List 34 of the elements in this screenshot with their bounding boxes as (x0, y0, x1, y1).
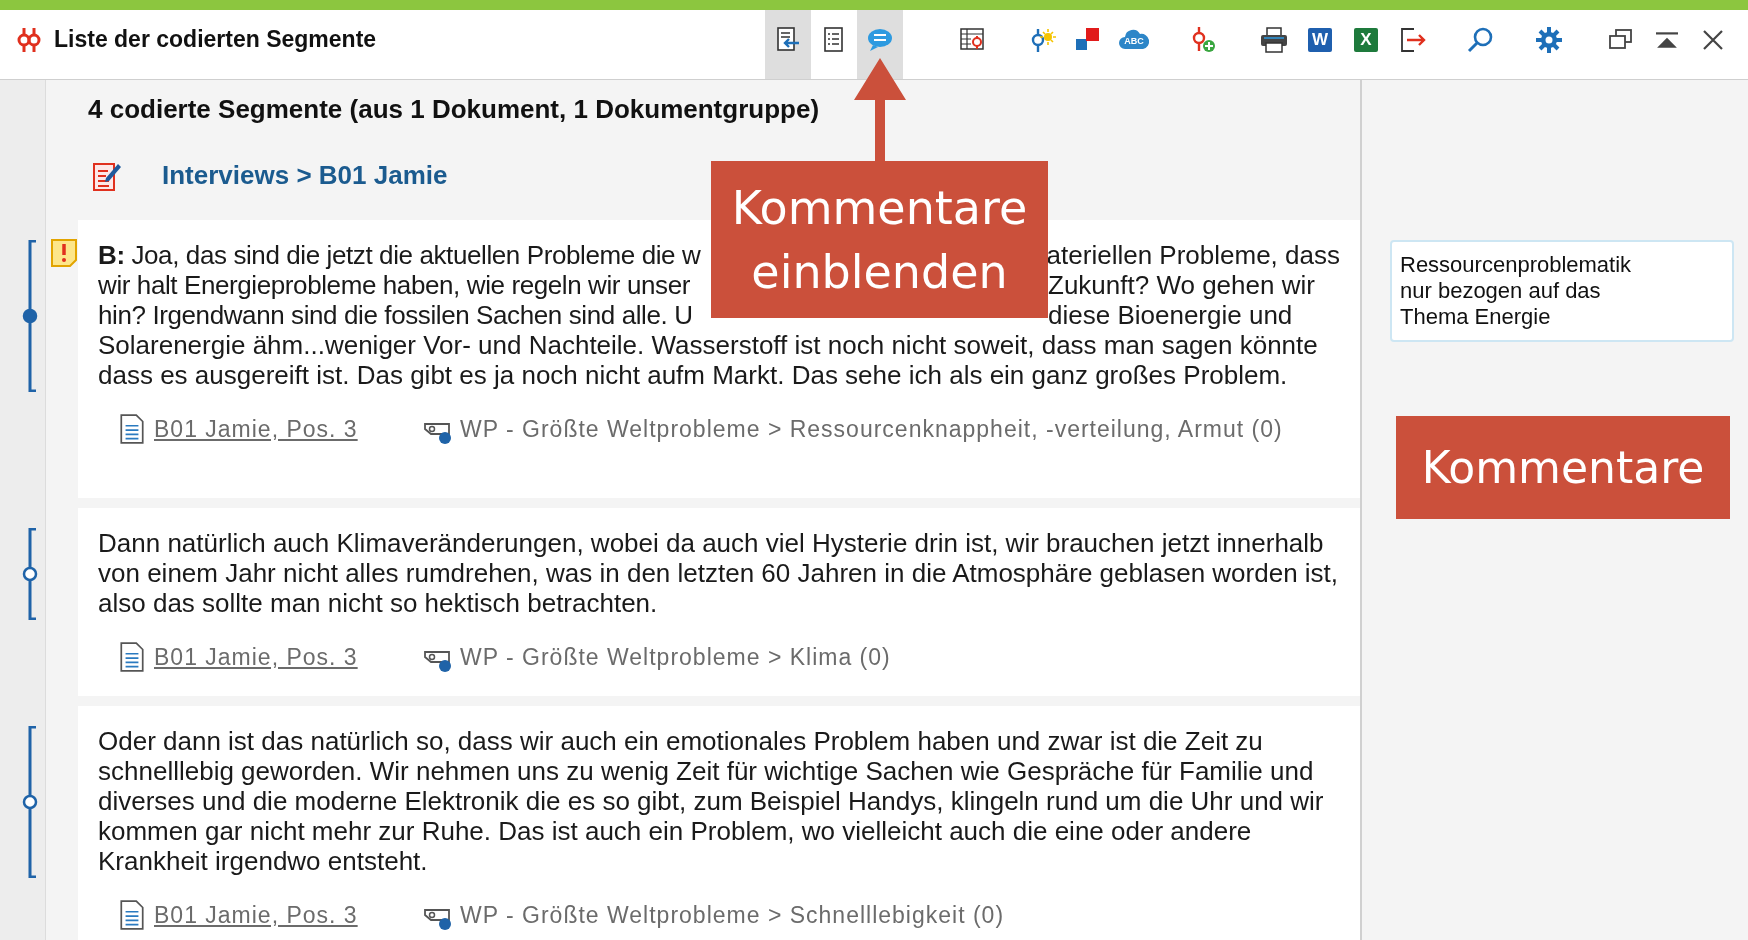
segment-text-line: diese Bioenergie und (1048, 300, 1293, 330)
code-path: WP - Größte Weltprobleme > Schnelllebigkeit (0) (460, 901, 1006, 930)
segment-text-line: hin? Irgendwann sind die fossilen Sachen sind alle. U (98, 300, 693, 330)
excel-button[interactable]: X (1343, 10, 1389, 79)
source-link[interactable]: B01 Jamie, Pos. 3 (154, 414, 358, 444)
source-link[interactable]: B01 Jamie, Pos. 3 (154, 900, 358, 930)
window-title: Liste der codierten Segmente (54, 25, 377, 55)
segment-text-line: Zukunft? Wo gehen wir (1048, 270, 1315, 300)
document-icon (120, 414, 144, 444)
speech-bubble-button[interactable] (857, 10, 903, 79)
collapse-icon (1656, 31, 1678, 48)
document-icon (120, 642, 144, 672)
code-path: WP - Größte Weltprobleme > Ressourcenknappheit, -verteilung, Armut (0) (460, 415, 1284, 444)
import-button[interactable] (765, 10, 811, 79)
settings-icon (1534, 24, 1564, 55)
printer-icon (1259, 24, 1289, 55)
segment-text-line: ateriellen Probleme, dass (1046, 240, 1340, 270)
code-path: WP - Größte Weltprobleme > Klima (0) (460, 643, 892, 672)
segment-text: Oder dann ist das natürlich so, dass wir auch ein emotionales Problem haben und zwar ist die Zeit zu schnelllebig geworden. Wir nehmen uns zu wenig Zeit für wichtige Sachen wie Gespräche für Familie und diverses und die moderne Elektronik die es so gibt, zum Beispiel Handys, klingeln rund um die Uhr und wir kommen gar nicht mehr zur Ruhe. Das ist auch ein Problem, wo vielleicht auch die eine oder andere Krankheit irgendwo entsteht. (98, 726, 1325, 876)
memo-icon[interactable] (50, 238, 78, 268)
word-button[interactable]: W (1297, 10, 1343, 79)
segment-text-line: wir halt Energieprobleme haben, wie regeln wir unser (98, 270, 690, 300)
segment-text-line: B: Joa, das sind die jetzt die aktuellen Probleme die w (98, 240, 701, 270)
document-icon (120, 900, 144, 930)
comment-box[interactable]: Ressourcenproblematik nur bezogen auf das Thema Energie (1390, 240, 1734, 342)
callout-label: Kommentare einblenden (711, 161, 1048, 318)
cloud-button[interactable]: ABC (1111, 10, 1157, 79)
segment-text-line: dass es ausgereift ist. Das gibt es ja noch nicht aufm Markt. Das sehe ich als ein ganz großes Problem. (98, 360, 1288, 390)
segment-text-line: Solarenergie ähm...weniger Vor- und Nachteile. Wasserstoff ist noch nicht soweit, dass man sagen könnte (98, 330, 1318, 360)
segment-text: Dann natürlich auch Klimaveränderungen, wobei da auch viel Hysterie drin ist, wir brauchen jetzt innerhalb von einem Jahr nicht alles rumdrehen, was in den letzten 60 Jahren in die Atmosphäre geblasen worden ist, also das sollte man nicht so hektisch betrachten. (98, 528, 1340, 618)
source-link[interactable]: B01 Jamie, Pos. 3 (154, 642, 358, 672)
callout-label: Kommentare (1396, 416, 1730, 519)
list-heading: 4 codierte Segmente (aus 1 Dokument, 1 Dokumentgruppe) (88, 94, 820, 124)
document-link[interactable]: Interviews > B01 Jamie (162, 158, 448, 192)
